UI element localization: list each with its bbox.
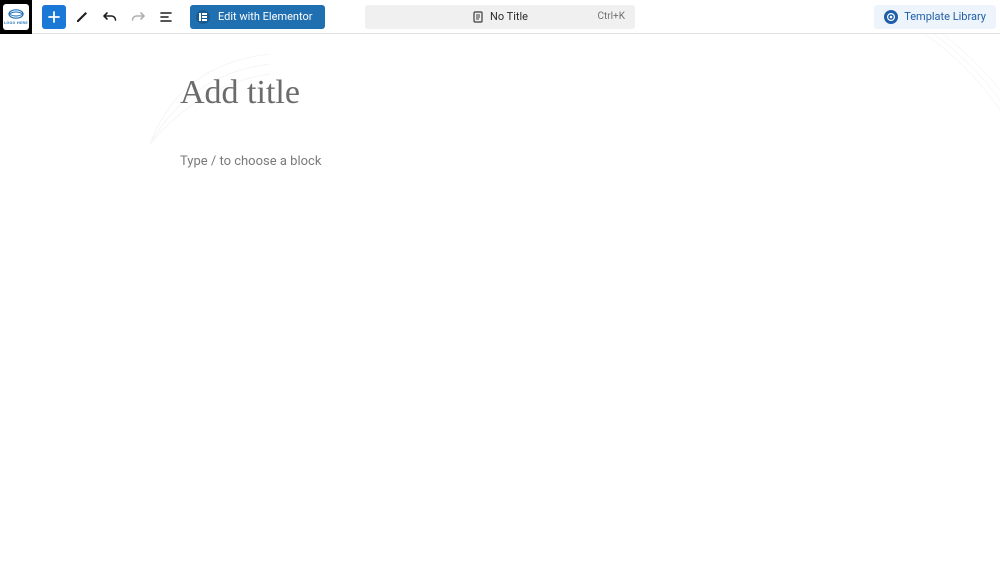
template-library-button[interactable]: Template Library bbox=[874, 5, 996, 29]
document-outline-button[interactable] bbox=[154, 5, 178, 29]
pencil-icon bbox=[74, 9, 90, 25]
document-title-button[interactable]: No Title Ctrl+K bbox=[365, 5, 635, 29]
right-tools: Template Library bbox=[874, 5, 996, 29]
post-title-input[interactable] bbox=[180, 74, 820, 118]
undo-icon bbox=[102, 9, 118, 25]
elementor-label: Edit with Elementor bbox=[218, 10, 313, 23]
site-logo-button[interactable]: LOGO HERE bbox=[0, 0, 32, 34]
globe-icon bbox=[8, 9, 24, 19]
center-group: No Title Ctrl+K bbox=[365, 5, 635, 29]
page-icon bbox=[472, 11, 484, 23]
redo-icon bbox=[130, 9, 146, 25]
post-body-input[interactable] bbox=[180, 154, 820, 174]
logo-text: LOGO HERE bbox=[4, 20, 28, 25]
edit-with-elementor-button[interactable]: Edit with Elementor bbox=[190, 5, 325, 29]
plus-icon bbox=[47, 10, 61, 24]
editor-canvas bbox=[0, 34, 1000, 568]
document-title: No Title bbox=[490, 10, 528, 23]
edit-mode-button[interactable] bbox=[70, 5, 94, 29]
left-tools: Edit with Elementor bbox=[42, 5, 325, 29]
topbar: LOGO HERE bbox=[0, 0, 1000, 34]
site-logo: LOGO HERE bbox=[3, 4, 29, 30]
editor-area bbox=[180, 34, 820, 174]
redo-button[interactable] bbox=[126, 5, 150, 29]
decorative-lines-right bbox=[910, 34, 1000, 164]
shortcut-hint: Ctrl+K bbox=[597, 11, 625, 22]
add-block-button[interactable] bbox=[42, 5, 66, 29]
list-icon bbox=[158, 9, 174, 25]
elementor-icon bbox=[196, 10, 210, 24]
undo-button[interactable] bbox=[98, 5, 122, 29]
template-icon bbox=[884, 10, 898, 24]
template-library-label: Template Library bbox=[904, 10, 986, 23]
